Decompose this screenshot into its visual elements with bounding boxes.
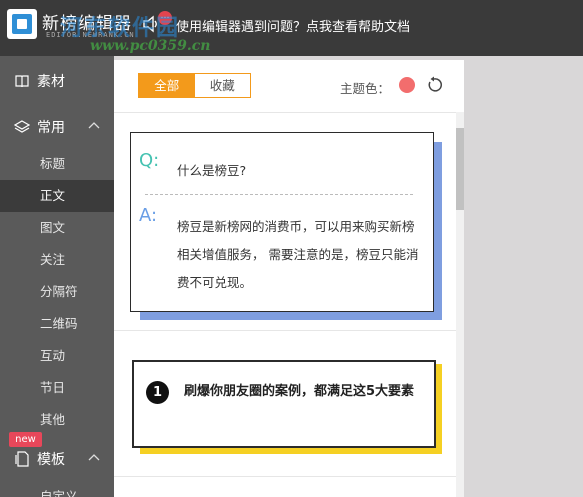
chevron-up-icon[interactable] <box>88 453 100 461</box>
answer-text: 榜豆是新榜网的消费币，可以用来购买新榜相关增值服务， 需要注意的是，榜豆只能消费… <box>177 219 419 290</box>
notification-badge[interactable]: … <box>158 11 172 25</box>
number-badge: 1 <box>146 381 169 404</box>
top-bar: 新榜编辑器 EDITOR.NEWRANK.CN … 使用编辑器遇到问题？点我查看… <box>0 0 583 56</box>
app-subtitle: EDITOR.NEWRANK.CN <box>46 31 135 39</box>
dashed-divider <box>145 194 413 195</box>
reset-icon[interactable] <box>425 76 443 94</box>
sidebar-item-holiday[interactable]: 节日 <box>0 372 114 404</box>
tab-all[interactable]: 全部 <box>139 74 195 97</box>
material-panel: 全部 收藏 主题色： Q: 什么是榜豆? A: 榜豆是新榜网的消费币，可以用来购… <box>114 60 464 497</box>
question-mark-label: Q: <box>139 150 160 171</box>
help-link[interactable]: 使用编辑器遇到问题？点我查看帮助文档 <box>176 16 410 35</box>
answer-mark-label: A: <box>139 205 158 226</box>
chevron-up-icon[interactable] <box>88 121 100 129</box>
theme-color-swatch[interactable] <box>399 77 415 93</box>
sidebar: 素材 常用 标题 正文 图文 关注 分隔符 二维码 互动 节日 其他 模板 ne… <box>0 56 114 497</box>
theme-color-label: 主题色： <box>340 81 391 96</box>
numbered-template-card[interactable]: 1 刷爆你朋友圈的案例，都满足这5大要素 <box>132 360 436 448</box>
document-icon <box>15 451 29 467</box>
sidebar-section-common[interactable]: 常用 <box>0 104 114 150</box>
layers-icon <box>14 120 30 133</box>
sidebar-item-custom[interactable]: 自定义 <box>0 481 114 497</box>
sidebar-item-follow[interactable]: 关注 <box>0 244 114 276</box>
divider <box>114 112 456 113</box>
book-icon <box>15 75 29 88</box>
sidebar-item-qrcode[interactable]: 二维码 <box>0 308 114 340</box>
divider <box>114 330 456 331</box>
question-text: 什么是榜豆? <box>177 163 247 178</box>
sidebar-section-label: 模板 <box>37 452 65 468</box>
sidebar-section-material[interactable]: 素材 <box>0 58 114 104</box>
sidebar-item-body[interactable]: 正文 <box>0 180 114 212</box>
new-badge: new <box>9 432 42 447</box>
sidebar-section-label: 素材 <box>37 74 65 90</box>
filter-tabs: 全部 收藏 <box>138 73 251 98</box>
sidebar-item-title[interactable]: 标题 <box>0 148 114 180</box>
sidebar-item-separator[interactable]: 分隔符 <box>0 276 114 308</box>
sidebar-item-image-text[interactable]: 图文 <box>0 212 114 244</box>
watermark-url: www.pc0359.cn <box>90 38 211 54</box>
logo-icon[interactable] <box>7 9 37 39</box>
sidebar-section-label: 常用 <box>37 120 65 136</box>
sidebar-item-interaction[interactable]: 互动 <box>0 340 114 372</box>
divider <box>114 476 456 477</box>
scrollbar-thumb[interactable] <box>456 128 464 210</box>
tab-favorites[interactable]: 收藏 <box>195 74 251 97</box>
qa-template-card[interactable]: Q: 什么是榜豆? A: 榜豆是新榜网的消费币，可以用来购买新榜相关增值服务， … <box>130 132 434 312</box>
numbered-card-text: 刷爆你朋友圈的案例，都满足这5大要素 <box>184 384 415 399</box>
